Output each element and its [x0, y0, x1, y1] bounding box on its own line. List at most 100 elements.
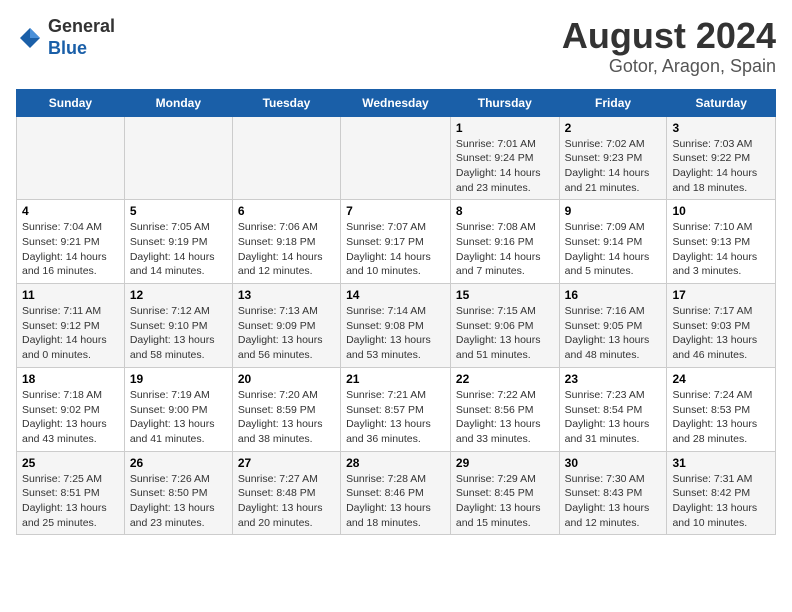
calendar-cell: 19 Sunrise: 7:19 AM Sunset: 9:00 PM Dayli…	[124, 367, 232, 451]
day-info: Sunrise: 7:20 AM Sunset: 8:59 PM Dayligh…	[238, 388, 335, 447]
calendar-cell: 20 Sunrise: 7:20 AM Sunset: 8:59 PM Dayli…	[232, 367, 340, 451]
day-number: 4	[22, 204, 119, 218]
calendar-cell: 12 Sunrise: 7:12 AM Sunset: 9:10 PM Dayli…	[124, 284, 232, 368]
day-header-sunday: Sunday	[17, 89, 125, 116]
calendar-cell: 9 Sunrise: 7:09 AM Sunset: 9:14 PM Daylig…	[559, 200, 667, 284]
day-number: 12	[130, 288, 227, 302]
calendar-cell: 18Sunrise: 7:18 AM Sunset: 9:02 PM Dayli…	[17, 367, 125, 451]
calendar-cell: 2 Sunrise: 7:02 AM Sunset: 9:23 PM Daylig…	[559, 116, 667, 200]
calendar-cell: 26Sunrise: 7:26 AM Sunset: 8:50 PM Dayli…	[124, 451, 232, 535]
page-header: General Blue August 2024 Gotor, Aragon, …	[16, 16, 776, 77]
day-info: Sunrise: 7:30 AM Sunset: 8:43 PM Dayligh…	[565, 472, 662, 531]
day-info: Sunrise: 7:01 AM Sunset: 9:24 PM Dayligh…	[456, 137, 554, 196]
day-info: Sunrise: 7:13 AM Sunset: 9:09 PM Dayligh…	[238, 304, 335, 363]
day-number: 17	[672, 288, 770, 302]
calendar-week-row: 1 Sunrise: 7:01 AM Sunset: 9:24 PM Daylig…	[17, 116, 776, 200]
day-number: 26	[130, 456, 227, 470]
day-header-friday: Friday	[559, 89, 667, 116]
calendar-cell: 10 Sunrise: 7:10 AM Sunset: 9:13 PM Dayli…	[667, 200, 776, 284]
logo-blue-text: Blue	[48, 38, 87, 58]
day-number: 18	[22, 372, 119, 386]
day-header-monday: Monday	[124, 89, 232, 116]
calendar-cell	[341, 116, 451, 200]
calendar-cell: 21 Sunrise: 7:21 AM Sunset: 8:57 PM Dayli…	[341, 367, 451, 451]
day-info: Sunrise: 7:06 AM Sunset: 9:18 PM Dayligh…	[238, 220, 335, 279]
day-info: Sunrise: 7:12 AM Sunset: 9:10 PM Dayligh…	[130, 304, 227, 363]
calendar-cell: 4 Sunrise: 7:04 AM Sunset: 9:21 PM Daylig…	[17, 200, 125, 284]
calendar-cell: 3 Sunrise: 7:03 AM Sunset: 9:22 PM Daylig…	[667, 116, 776, 200]
calendar-cell: 11Sunrise: 7:11 AM Sunset: 9:12 PM Dayli…	[17, 284, 125, 368]
day-header-wednesday: Wednesday	[341, 89, 451, 116]
day-info: Sunrise: 7:31 AM Sunset: 8:42 PM Dayligh…	[672, 472, 770, 531]
logo-general-text: General	[48, 16, 115, 36]
calendar-cell: 6 Sunrise: 7:06 AM Sunset: 9:18 PM Daylig…	[232, 200, 340, 284]
day-info: Sunrise: 7:08 AM Sunset: 9:16 PM Dayligh…	[456, 220, 554, 279]
day-number: 22	[456, 372, 554, 386]
day-number: 31	[672, 456, 770, 470]
calendar-week-row: 18Sunrise: 7:18 AM Sunset: 9:02 PM Dayli…	[17, 367, 776, 451]
calendar-week-row: 25 Sunrise: 7:25 AM Sunset: 8:51 PM Dayli…	[17, 451, 776, 535]
calendar-cell: 31 Sunrise: 7:31 AM Sunset: 8:42 PM Dayli…	[667, 451, 776, 535]
day-info: Sunrise: 7:10 AM Sunset: 9:13 PM Dayligh…	[672, 220, 770, 279]
day-info: Sunrise: 7:05 AM Sunset: 9:19 PM Dayligh…	[130, 220, 227, 279]
day-number: 24	[672, 372, 770, 386]
logo: General Blue	[16, 16, 115, 59]
day-number: 3	[672, 121, 770, 135]
calendar-cell: 13 Sunrise: 7:13 AM Sunset: 9:09 PM Dayli…	[232, 284, 340, 368]
day-number: 5	[130, 204, 227, 218]
calendar-cell: 22 Sunrise: 7:22 AM Sunset: 8:56 PM Dayli…	[450, 367, 559, 451]
calendar-cell: 14Sunrise: 7:14 AM Sunset: 9:08 PM Dayli…	[341, 284, 451, 368]
day-number: 7	[346, 204, 445, 218]
day-header-thursday: Thursday	[450, 89, 559, 116]
day-info: Sunrise: 7:19 AM Sunset: 9:00 PM Dayligh…	[130, 388, 227, 447]
day-number: 30	[565, 456, 662, 470]
calendar-cell: 1 Sunrise: 7:01 AM Sunset: 9:24 PM Daylig…	[450, 116, 559, 200]
calendar-cell: 29 Sunrise: 7:29 AM Sunset: 8:45 PM Dayli…	[450, 451, 559, 535]
page-title: August 2024	[562, 16, 776, 56]
calendar-cell: 5 Sunrise: 7:05 AM Sunset: 9:19 PM Daylig…	[124, 200, 232, 284]
day-number: 13	[238, 288, 335, 302]
day-number: 23	[565, 372, 662, 386]
day-number: 20	[238, 372, 335, 386]
day-info: Sunrise: 7:29 AM Sunset: 8:45 PM Dayligh…	[456, 472, 554, 531]
calendar-cell: 7 Sunrise: 7:07 AM Sunset: 9:17 PM Daylig…	[341, 200, 451, 284]
calendar-table: SundayMondayTuesdayWednesdayThursdayFrid…	[16, 89, 776, 536]
day-info: Sunrise: 7:17 AM Sunset: 9:03 PM Dayligh…	[672, 304, 770, 363]
day-info: Sunrise: 7:25 AM Sunset: 8:51 PM Dayligh…	[22, 472, 119, 531]
day-info: Sunrise: 7:07 AM Sunset: 9:17 PM Dayligh…	[346, 220, 445, 279]
calendar-cell: 24 Sunrise: 7:24 AM Sunset: 8:53 PM Dayli…	[667, 367, 776, 451]
day-info: Sunrise: 7:09 AM Sunset: 9:14 PM Dayligh…	[565, 220, 662, 279]
day-info: Sunrise: 7:03 AM Sunset: 9:22 PM Dayligh…	[672, 137, 770, 196]
calendar-cell: 16Sunrise: 7:16 AM Sunset: 9:05 PM Dayli…	[559, 284, 667, 368]
day-number: 21	[346, 372, 445, 386]
day-info: Sunrise: 7:21 AM Sunset: 8:57 PM Dayligh…	[346, 388, 445, 447]
day-info: Sunrise: 7:24 AM Sunset: 8:53 PM Dayligh…	[672, 388, 770, 447]
calendar-week-row: 4 Sunrise: 7:04 AM Sunset: 9:21 PM Daylig…	[17, 200, 776, 284]
day-number: 15	[456, 288, 554, 302]
day-info: Sunrise: 7:04 AM Sunset: 9:21 PM Dayligh…	[22, 220, 119, 279]
calendar-cell: 15Sunrise: 7:15 AM Sunset: 9:06 PM Dayli…	[450, 284, 559, 368]
day-info: Sunrise: 7:11 AM Sunset: 9:12 PM Dayligh…	[22, 304, 119, 363]
day-info: Sunrise: 7:27 AM Sunset: 8:48 PM Dayligh…	[238, 472, 335, 531]
day-number: 19	[130, 372, 227, 386]
day-number: 25	[22, 456, 119, 470]
calendar-cell: 27 Sunrise: 7:27 AM Sunset: 8:48 PM Dayli…	[232, 451, 340, 535]
day-number: 1	[456, 121, 554, 135]
day-number: 27	[238, 456, 335, 470]
calendar-cell: 25 Sunrise: 7:25 AM Sunset: 8:51 PM Dayli…	[17, 451, 125, 535]
page-subtitle: Gotor, Aragon, Spain	[562, 56, 776, 77]
calendar-cell: 30 Sunrise: 7:30 AM Sunset: 8:43 PM Dayli…	[559, 451, 667, 535]
day-number: 29	[456, 456, 554, 470]
calendar-cell: 17 Sunrise: 7:17 AM Sunset: 9:03 PM Dayli…	[667, 284, 776, 368]
day-number: 2	[565, 121, 662, 135]
day-number: 6	[238, 204, 335, 218]
calendar-cell: 8Sunrise: 7:08 AM Sunset: 9:16 PM Daylig…	[450, 200, 559, 284]
day-number: 9	[565, 204, 662, 218]
day-info: Sunrise: 7:28 AM Sunset: 8:46 PM Dayligh…	[346, 472, 445, 531]
day-header-tuesday: Tuesday	[232, 89, 340, 116]
day-info: Sunrise: 7:22 AM Sunset: 8:56 PM Dayligh…	[456, 388, 554, 447]
day-info: Sunrise: 7:02 AM Sunset: 9:23 PM Dayligh…	[565, 137, 662, 196]
day-number: 14	[346, 288, 445, 302]
day-number: 10	[672, 204, 770, 218]
calendar-header-row: SundayMondayTuesdayWednesdayThursdayFrid…	[17, 89, 776, 116]
